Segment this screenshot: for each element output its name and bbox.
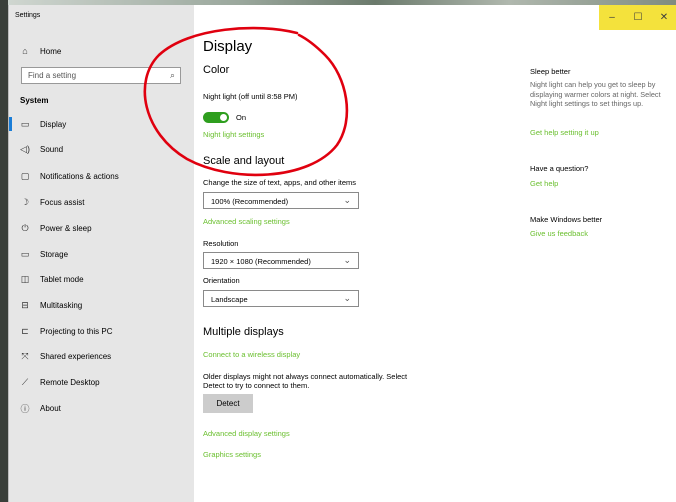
scale-dropdown[interactable]: 100% (Recommended) ⌄ bbox=[203, 192, 359, 209]
orientation-label: Orientation bbox=[203, 276, 240, 285]
sidebar-item-label: Storage bbox=[40, 249, 69, 259]
red-circle-annotation bbox=[143, 26, 349, 177]
message-icon: ▢ bbox=[20, 170, 30, 181]
sidebar-item-multitasking[interactable]: ⊟ Multitasking bbox=[9, 293, 194, 317]
sidebar-item-label: Display bbox=[40, 119, 67, 129]
related-panel: Sleep better Night light can help you ge… bbox=[530, 30, 670, 330]
sidebar-item-label: Projecting to this PC bbox=[40, 326, 113, 336]
sidebar-item-label: Remote Desktop bbox=[40, 377, 100, 387]
sleep-better-heading: Sleep better bbox=[530, 67, 571, 76]
older-displays-text-line2: Detect to try to connect to them. bbox=[203, 381, 310, 390]
close-button[interactable]: ✕ bbox=[651, 5, 676, 30]
advanced-display-settings-link[interactable]: Advanced display settings bbox=[203, 429, 290, 438]
sidebar-item-storage[interactable]: ▭ Storage bbox=[9, 242, 194, 266]
desktop-edge bbox=[0, 0, 8, 502]
advanced-scaling-link[interactable]: Advanced scaling settings bbox=[203, 217, 290, 226]
detect-button[interactable]: Detect bbox=[203, 394, 253, 413]
older-displays-text-line1: Older displays might not always connect … bbox=[203, 372, 408, 381]
graphics-settings-link[interactable]: Graphics settings bbox=[203, 450, 261, 459]
give-feedback-link[interactable]: Give us feedback bbox=[530, 229, 588, 238]
settings-window: Settings – ☐ ✕ ⌂ Home Find a setting ⌕ S… bbox=[8, 5, 676, 502]
scale-value: 100% (Recommended) bbox=[211, 197, 289, 206]
resolution-value: 1920 × 1080 (Recommended) bbox=[211, 257, 311, 266]
sidebar-item-label: Notifications & actions bbox=[40, 171, 119, 181]
make-windows-better-heading: Make Windows better bbox=[530, 215, 603, 224]
monitor-icon: ▭ bbox=[20, 118, 30, 129]
orientation-dropdown[interactable]: Landscape ⌄ bbox=[203, 290, 359, 307]
sidebar-item-label: Shared experiences bbox=[40, 351, 112, 361]
power-icon: ⏻ bbox=[21, 222, 29, 233]
minimize-button[interactable]: – bbox=[599, 5, 625, 30]
sidebar-item-about[interactable]: ⓘ About bbox=[9, 396, 194, 420]
sidebar-item-remote-desktop[interactable]: ⟋ Remote Desktop bbox=[9, 370, 194, 394]
shared-icon: ⤧ bbox=[21, 350, 29, 361]
sidebar-home-label: Home bbox=[40, 46, 62, 56]
sidebar-item-label: Tablet mode bbox=[40, 274, 84, 284]
chevron-down-icon: ⌄ bbox=[343, 255, 351, 265]
sidebar-item-label: Multitasking bbox=[40, 300, 83, 310]
resolution-dropdown[interactable]: 1920 × 1080 (Recommended) ⌄ bbox=[203, 252, 359, 269]
storage-icon: ▭ bbox=[20, 248, 30, 259]
sidebar-item-tablet-mode[interactable]: ◫ Tablet mode bbox=[9, 267, 194, 291]
chevron-down-icon: ⌄ bbox=[343, 293, 351, 303]
projector-icon: ⊏ bbox=[21, 325, 29, 336]
sidebar-item-projecting[interactable]: ⊏ Projecting to this PC bbox=[9, 319, 194, 343]
remote-icon: ⟋ bbox=[21, 376, 29, 387]
connect-wireless-display-link[interactable]: Connect to a wireless display bbox=[203, 350, 300, 359]
window-controls: – ☐ ✕ bbox=[599, 5, 676, 30]
multitasking-icon: ⊟ bbox=[21, 299, 29, 310]
sidebar-item-shared-experiences[interactable]: ⤧ Shared experiences bbox=[9, 344, 194, 368]
have-question-heading: Have a question? bbox=[530, 164, 589, 173]
resolution-label: Resolution bbox=[203, 239, 239, 248]
active-indicator bbox=[9, 117, 12, 131]
sidebar-item-label: Power & sleep bbox=[40, 223, 92, 233]
get-help-link[interactable]: Get help bbox=[530, 179, 558, 188]
get-help-setting-up-link[interactable]: Get help setting it up bbox=[530, 128, 599, 137]
sleep-better-description: Night light can help you get to sleep by… bbox=[530, 80, 661, 108]
search-placeholder: Find a setting bbox=[28, 71, 77, 80]
orientation-value: Landscape bbox=[211, 295, 248, 304]
sidebar-section-system: System bbox=[20, 96, 49, 105]
sidebar-item-label: About bbox=[40, 403, 61, 413]
maximize-button[interactable]: ☐ bbox=[625, 5, 651, 30]
home-icon: ⌂ bbox=[22, 46, 28, 56]
chevron-down-icon: ⌄ bbox=[343, 195, 351, 205]
tablet-icon: ◫ bbox=[20, 273, 30, 284]
sidebar-item-label: Focus assist bbox=[40, 197, 85, 207]
window-title: Settings bbox=[15, 12, 41, 19]
multiple-displays-heading: Multiple displays bbox=[203, 326, 284, 338]
sidebar-item-label: Sound bbox=[40, 144, 64, 154]
speaker-icon: ◁) bbox=[20, 143, 30, 154]
moon-icon: ☽ bbox=[20, 196, 30, 207]
sidebar-item-focus-assist[interactable]: ☽ Focus assist bbox=[9, 190, 194, 214]
info-icon: ⓘ bbox=[20, 403, 30, 414]
sidebar-item-power[interactable]: ⏻ Power & sleep bbox=[9, 216, 194, 240]
